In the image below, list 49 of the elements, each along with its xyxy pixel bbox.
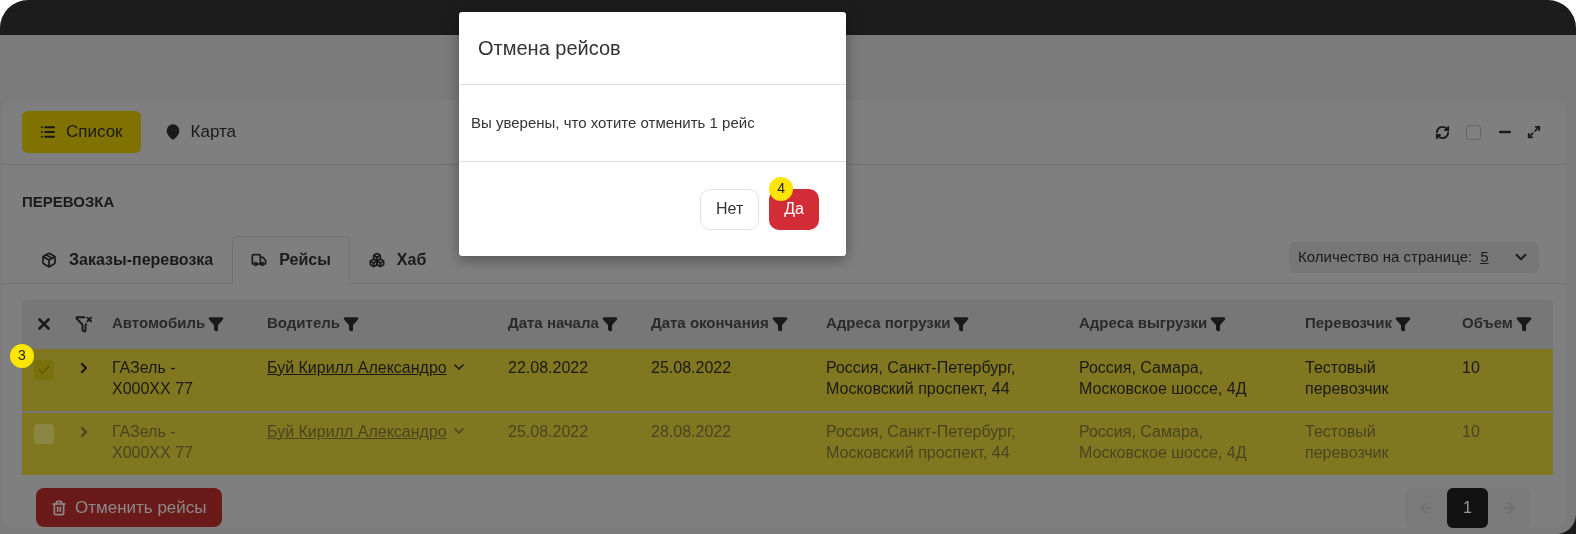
table-cell-text: 25.08.2022 — [651, 357, 732, 378]
column-header[interactable]: Объем — [1462, 312, 1513, 335]
tab[interactable]: Рейсы — [232, 235, 350, 284]
boxes-icon — [368, 251, 385, 268]
cancel-trips-button[interactable]: Отменить рейсы — [36, 488, 222, 527]
step-marker: 4 — [769, 176, 794, 201]
step-marker: 3 — [10, 343, 34, 368]
column-header[interactable]: Водитель — [267, 312, 340, 335]
column-header[interactable]: Перевозчик — [1305, 312, 1392, 335]
column-header[interactable]: Адреса выгрузки — [1079, 312, 1208, 335]
tab[interactable]: Хаб — [349, 235, 446, 284]
clear-filters-icon[interactable] — [75, 314, 93, 333]
filter-icon[interactable] — [1394, 315, 1411, 332]
filter-icon[interactable] — [208, 315, 225, 332]
table-cell-text: Россия, Самара, Московское шоссе, 4Д — [1079, 357, 1248, 399]
section-title: ПЕРЕВОЗКА — [22, 192, 115, 212]
column-header[interactable]: Дата начала — [508, 312, 599, 335]
list-icon — [40, 124, 56, 140]
filter-icon[interactable] — [601, 315, 618, 332]
truck-icon — [251, 252, 268, 268]
view-toggle[interactable]: Карта — [146, 111, 255, 153]
table-cell-text: 10 — [1462, 357, 1480, 378]
page-button[interactable]: 1 — [1447, 487, 1488, 528]
view-toggle[interactable]: Список — [22, 111, 141, 153]
table-cell-text: ГАЗель - X000XX 77 — [112, 357, 194, 399]
column-header[interactable]: Автомобиль — [112, 312, 206, 335]
trash-icon — [51, 499, 67, 516]
page-size-select[interactable]: Количество на странице: 5 — [1289, 241, 1539, 273]
filter-icon[interactable] — [1210, 315, 1227, 332]
driver-link[interactable]: Буй Кирилл Александро — [267, 356, 447, 378]
row-checkbox[interactable] — [34, 359, 54, 380]
tab[interactable]: Заказы-перевозка — [22, 235, 233, 284]
filter-icon[interactable] — [1515, 315, 1532, 332]
box-icon — [41, 251, 57, 268]
dialog-title: Отмена рейсов — [478, 36, 621, 61]
filter-icon[interactable] — [771, 315, 788, 332]
table-cell-text: Тестовый перевозчик — [1305, 357, 1390, 399]
checkbox[interactable] — [1466, 124, 1481, 140]
filter-icon[interactable] — [343, 315, 359, 332]
expand-icon[interactable] — [1527, 125, 1541, 139]
column-header[interactable]: Дата окончания — [651, 312, 769, 335]
map-pin-icon — [164, 124, 181, 140]
filter-icon[interactable] — [953, 315, 970, 332]
dialog-message: Вы уверены, что хотите отменить 1 рейс — [471, 112, 755, 133]
cancel-button[interactable]: Нет — [700, 188, 760, 230]
table-cell-text: 22.08.2022 — [508, 357, 589, 378]
refresh-icon[interactable] — [1435, 124, 1450, 140]
table-cell-text: Россия, Санкт-Петербург, Московский проспект, 44 — [826, 357, 1017, 399]
column-header[interactable]: Адреса погрузки — [826, 312, 951, 335]
